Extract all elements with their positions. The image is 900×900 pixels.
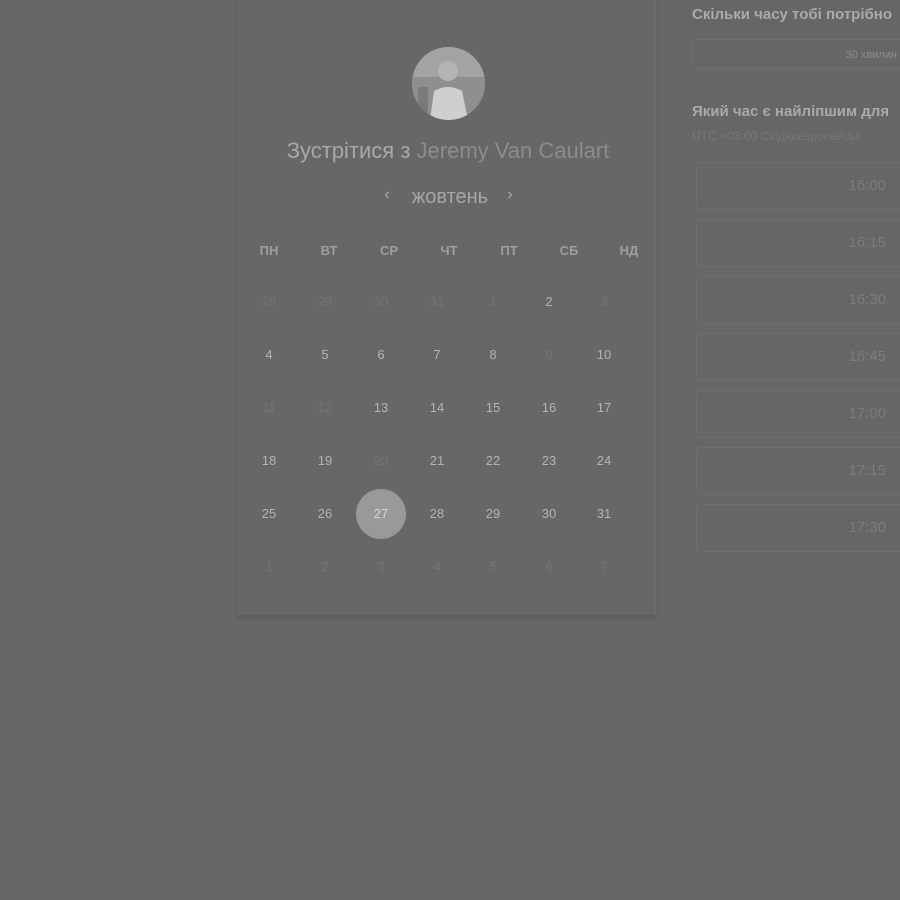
day-cell[interactable]: 5 <box>305 345 345 365</box>
weekday-label: ЧТ <box>440 243 458 258</box>
time-slot-button[interactable]: 16:30 <box>696 276 900 324</box>
day-cell[interactable]: 10 <box>584 345 624 365</box>
time-slot-button[interactable]: 17:30 <box>696 504 900 552</box>
day-cell: 3 <box>600 294 608 309</box>
day-cell: 30 <box>373 294 389 309</box>
month-label: жовтень <box>411 186 489 208</box>
day-cell[interactable]: 24 <box>584 451 624 471</box>
day-cell: 2 <box>321 559 329 574</box>
weekday-label: СР <box>379 243 399 258</box>
month-navigation: ‹ жовтень › <box>370 184 530 212</box>
day-cell[interactable]: 23 <box>529 451 569 471</box>
host-avatar <box>412 47 485 120</box>
weekday-label: ВТ <box>320 243 338 258</box>
day-cell[interactable]: 22 <box>473 451 513 471</box>
day-cell[interactable]: 29 <box>473 504 513 524</box>
day-cell[interactable]: 30 <box>529 504 569 524</box>
day-cell: 7 <box>600 559 608 574</box>
weekday-label: СБ <box>559 243 579 258</box>
time-question: Який час є найліпшим для <box>692 103 890 120</box>
time-slot-button[interactable]: 17:15 <box>696 447 900 495</box>
day-cell[interactable]: 16 <box>529 398 569 418</box>
day-cell[interactable]: 25 <box>249 504 289 524</box>
day-cell: 11 <box>262 400 276 415</box>
weekday-label: ПТ <box>500 243 518 258</box>
duration-question: Скільки часу тобі потрібно <box>692 6 892 23</box>
day-cell: 12 <box>317 400 333 415</box>
duration-select[interactable]: 30 хвилин <box>692 39 900 69</box>
chevron-right-icon[interactable]: › <box>501 186 519 204</box>
time-slot-button[interactable]: 17:00 <box>696 390 900 438</box>
day-cell[interactable]: 14 <box>417 398 457 418</box>
meeting-title: Зустрітися з Jeremy Van Caulart <box>238 138 658 164</box>
timezone-label[interactable]: UTC +03:00 Східноєвропейськ <box>692 129 861 143</box>
day-cell[interactable]: 6 <box>361 345 401 365</box>
day-cell: 6 <box>545 559 553 574</box>
chevron-left-icon[interactable]: ‹ <box>378 186 396 204</box>
day-cell[interactable]: 18 <box>249 451 289 471</box>
day-cell: 1 <box>265 559 273 574</box>
day-cell: 31 <box>429 294 445 309</box>
selected-day-cell[interactable]: 27 <box>356 489 406 539</box>
day-cell[interactable]: 19 <box>305 451 345 471</box>
day-cell[interactable]: 17 <box>584 398 624 418</box>
day-cell[interactable]: 26 <box>305 504 345 524</box>
day-cell: 9 <box>545 347 553 362</box>
day-cell[interactable]: 13 <box>361 398 401 418</box>
time-slot-button[interactable]: 16:45 <box>696 333 900 381</box>
day-cell: 20 <box>373 453 389 468</box>
day-cell: 5 <box>489 559 497 574</box>
day-cell[interactable]: 21 <box>417 451 457 471</box>
time-slot-button[interactable]: 16:15 <box>696 219 900 267</box>
day-cell[interactable]: 15 <box>473 398 513 418</box>
day-cell: 28 <box>261 294 277 309</box>
weekday-label: ПН <box>259 243 279 258</box>
day-cell: 29 <box>317 294 333 309</box>
day-cell[interactable]: 31 <box>584 504 624 524</box>
day-cell[interactable]: 2 <box>529 292 569 312</box>
meeting-title-prefix: Зустрітися з <box>286 138 411 163</box>
day-cell: 3 <box>377 559 385 574</box>
day-cell[interactable]: 4 <box>249 345 289 365</box>
day-cell[interactable]: 7 <box>417 345 457 365</box>
host-name: Jeremy Van Caulart <box>416 138 610 163</box>
weekday-label: НД <box>619 243 639 258</box>
day-cell[interactable]: 8 <box>473 345 513 365</box>
day-cell[interactable]: 28 <box>417 504 457 524</box>
time-slot-button[interactable]: 16:00 <box>696 162 900 210</box>
day-cell: 1 <box>489 294 497 309</box>
day-cell: 4 <box>433 559 441 574</box>
